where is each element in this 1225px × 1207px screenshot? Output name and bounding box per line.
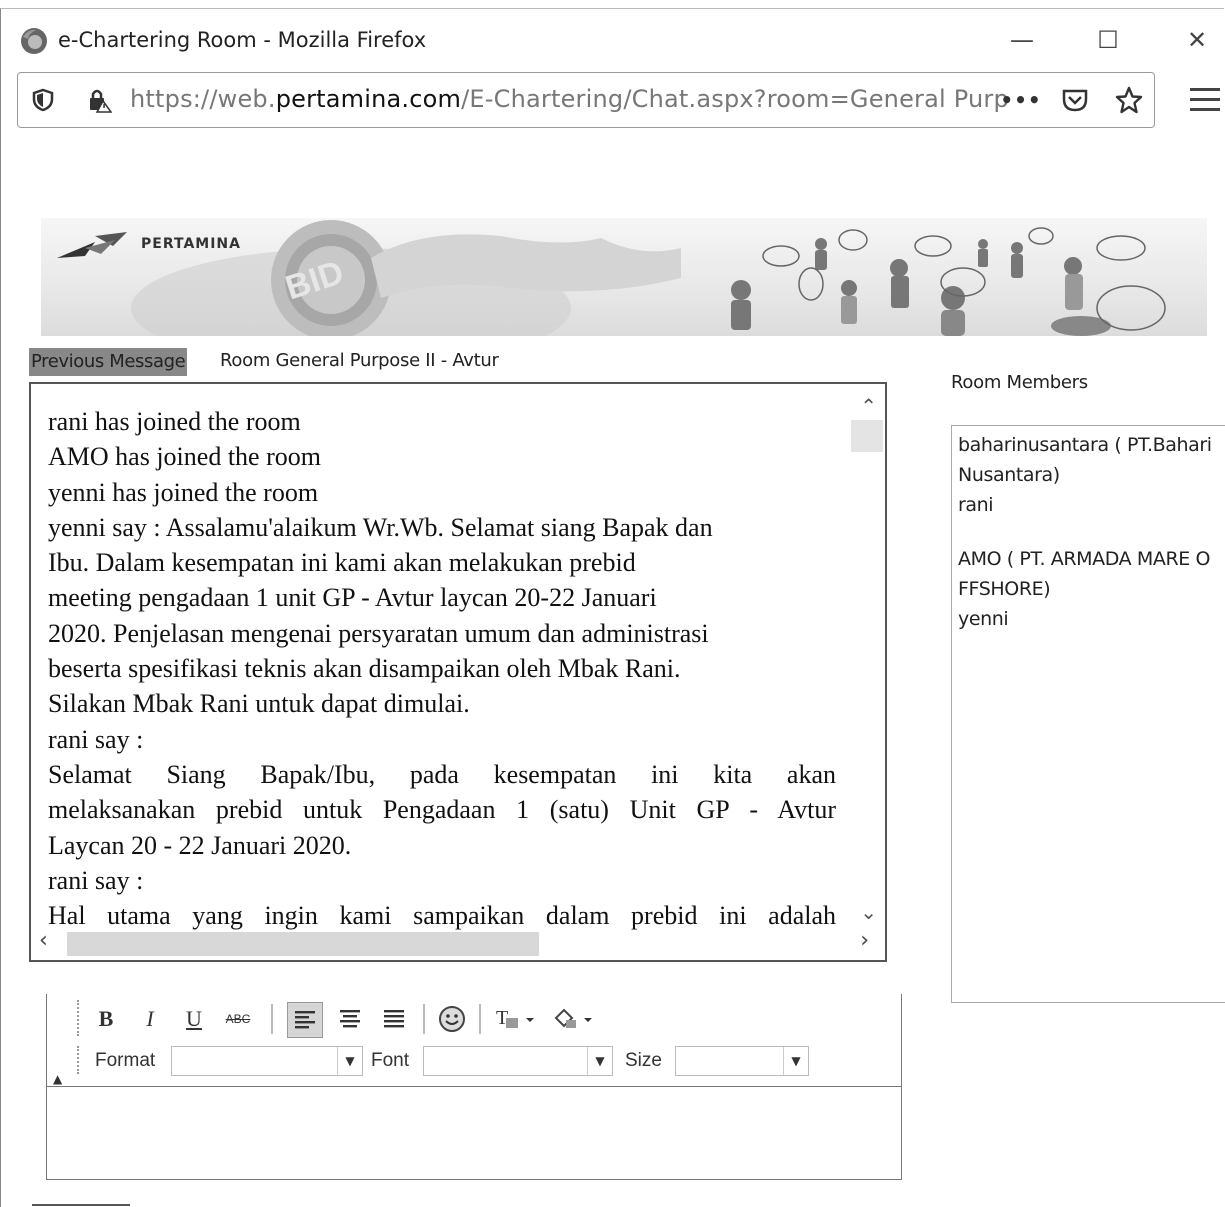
vertical-scrollbar-thumb[interactable] — [851, 420, 883, 452]
chat-line: meeting pengadaan 1 unit GP - Avtur layc… — [48, 583, 657, 613]
member-item[interactable]: yenni — [958, 604, 1220, 634]
scroll-up-icon[interactable]: ⌃ — [860, 394, 877, 418]
chat-line: Selamat Siang Bapak/Ibu, pada kesempatan… — [48, 759, 836, 789]
size-select[interactable]: ▼ — [675, 1046, 809, 1076]
url-path: /E-Chartering/Chat.aspx?room=General Pur… — [461, 85, 1010, 113]
room-members-list[interactable]: baharinusantara ( PT.Bahari Nusantara) r… — [951, 425, 1225, 1003]
firefox-icon — [21, 28, 47, 54]
editor-toolbar: B I U ABC T Format ▼ Font ▼ Size ▼ ▲ — [46, 994, 902, 1086]
format-label: Format — [95, 1050, 156, 1071]
justify-icon — [384, 1010, 404, 1028]
window-title: e-Chartering Room - Mozilla Firefox — [58, 28, 427, 52]
text-color-button[interactable]: T — [493, 1002, 539, 1036]
paint-bucket-icon — [554, 1008, 592, 1028]
align-center-button[interactable] — [333, 1002, 367, 1036]
horizontal-scrollbar-thumb[interactable] — [67, 932, 539, 956]
chat-line: rani say : — [48, 865, 144, 895]
banner-artwork: BID — [131, 220, 1166, 336]
horizontal-scrollbar[interactable]: ‹ › — [33, 928, 883, 958]
toolbar-grip — [77, 1000, 83, 1036]
align-center-icon — [340, 1010, 360, 1028]
dropdown-arrow-icon[interactable]: ▼ — [337, 1047, 362, 1075]
previous-message-button[interactable]: Previous Message — [29, 348, 188, 376]
chat-line: 2020. Penjelasan mengenai persyaratan um… — [48, 618, 709, 648]
strikethrough-button[interactable]: ABC — [221, 1002, 255, 1036]
dropdown-arrow-icon[interactable]: ▼ — [587, 1047, 612, 1075]
maximize-button[interactable]: ☐ — [1088, 20, 1128, 60]
toolbar-separator — [271, 1004, 273, 1034]
chat-line: Laycan 20 - 22 Januari 2020. — [48, 830, 352, 860]
pocket-icon[interactable] — [1060, 85, 1090, 115]
collapse-toolbar-icon[interactable]: ▲ — [53, 1072, 62, 1086]
align-left-icon — [295, 1011, 315, 1029]
room-title: Room General Purpose II - Avtur — [220, 350, 499, 371]
align-left-button[interactable] — [287, 1002, 323, 1038]
member-item[interactable]: baharinusantara ( PT.Bahari Nusantara) — [958, 430, 1220, 490]
chat-line: yenni has joined the room — [48, 477, 319, 507]
url-text[interactable]: https://web.pertamina.com/E-Chartering/C… — [130, 85, 1010, 113]
url-domain: pertamina.com — [275, 85, 462, 113]
background-color-button[interactable] — [551, 1002, 597, 1036]
underline-button[interactable]: U — [177, 1002, 211, 1036]
scroll-left-icon[interactable]: ‹ — [39, 928, 48, 953]
format-select[interactable]: ▼ — [171, 1046, 363, 1076]
font-select[interactable]: ▼ — [423, 1046, 613, 1076]
scroll-right-icon[interactable]: › — [860, 928, 869, 953]
chat-line: beserta spesifikasi teknis akan disampai… — [48, 654, 681, 684]
bold-button[interactable]: B — [89, 1002, 123, 1036]
pertamina-banner: PERTAMINA BID — [41, 218, 1207, 336]
font-label: Font — [371, 1050, 410, 1071]
minimize-button[interactable]: — — [1002, 20, 1042, 60]
justify-button[interactable] — [377, 1002, 411, 1036]
shield-icon[interactable] — [28, 85, 58, 115]
member-item[interactable]: AMO ( PT. ARMADA MARE OFFSHORE) — [958, 544, 1220, 604]
url-prefix: https://web. — [130, 85, 276, 113]
send-button-edge — [32, 1204, 130, 1206]
chat-log[interactable]: rani has joined the room AMO has joined … — [29, 382, 887, 962]
toolbar-separator — [479, 1004, 481, 1034]
chat-line: rani say : — [48, 724, 144, 754]
chat-line: rani has joined the room — [48, 407, 301, 436]
text-color-icon: T — [496, 1007, 534, 1029]
url-bar[interactable]: https://web.pertamina.com/E-Chartering/C… — [17, 72, 1155, 128]
italic-button[interactable]: I — [133, 1002, 167, 1036]
message-editor: B I U ABC T Format ▼ Font ▼ Size ▼ ▲ — [46, 994, 902, 1180]
scroll-down-icon[interactable]: ⌄ — [860, 900, 877, 924]
chat-line: AMO has joined the room — [48, 442, 321, 472]
menu-icon[interactable] — [1190, 88, 1220, 114]
bookmark-star-icon[interactable] — [1114, 85, 1144, 115]
emoticon-button[interactable] — [435, 1002, 469, 1036]
smiley-icon — [439, 1006, 465, 1032]
chat-messages: rani has joined the room AMO has joined … — [48, 404, 836, 933]
lock-warning-icon[interactable] — [84, 85, 114, 115]
message-input[interactable] — [46, 1086, 902, 1180]
dropdown-arrow-icon[interactable]: ▼ — [783, 1047, 808, 1075]
chat-line: melaksanakan prebid untuk Pengadaan 1 (s… — [48, 795, 836, 825]
chat-line: yenni say : Assalamu'alaikum Wr.Wb. Sela… — [48, 512, 713, 542]
toolbar-grip — [77, 1046, 83, 1074]
toolbar-separator — [423, 1004, 425, 1034]
title-bar: e-Chartering Room - Mozilla Firefox — ☐ … — [0, 14, 1225, 64]
close-button[interactable]: ✕ — [1177, 20, 1217, 60]
size-label: Size — [625, 1050, 662, 1071]
chat-line: Ibu. Dalam kesempatan ini kami akan mela… — [48, 548, 636, 578]
chat-line: Silakan Mbak Rani untuk dapat dimulai. — [48, 689, 470, 719]
member-item[interactable]: rani — [958, 490, 1220, 520]
more-actions-icon[interactable]: ••• — [1000, 85, 1040, 115]
room-members-title: Room Members — [951, 372, 1088, 393]
